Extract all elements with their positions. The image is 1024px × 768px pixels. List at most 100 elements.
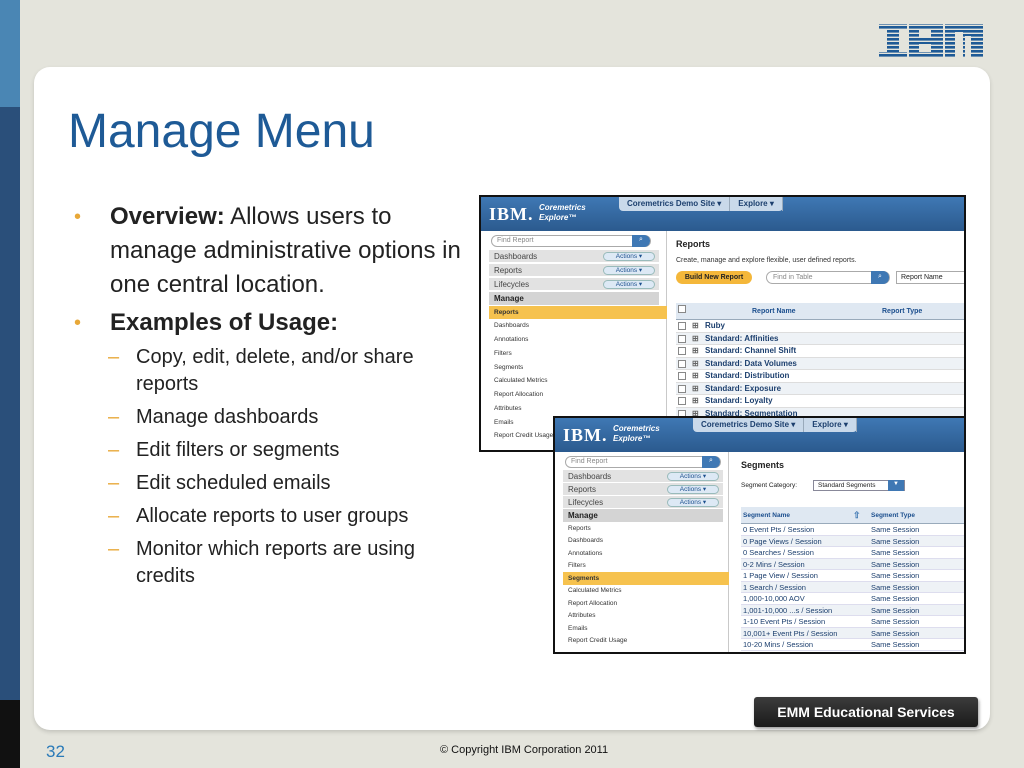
actions-button[interactable]: Actions ▾ — [603, 280, 655, 289]
find-in-table-input[interactable]: Find in Table ⌕ — [766, 271, 890, 284]
table-row[interactable]: 0 Searches / Session Same Session — [741, 547, 964, 559]
search-icon[interactable]: ⌕ — [702, 456, 720, 468]
select-all-checkbox[interactable] — [678, 305, 686, 313]
expand-icon[interactable]: ⊞ — [692, 383, 699, 395]
search-field-select[interactable]: Report Name — [896, 271, 964, 284]
segment-name[interactable]: 1 Search / Session — [743, 582, 806, 593]
table-row[interactable]: 1,001-10,000 ...s / Session Same Session — [741, 604, 964, 616]
col-segment-name[interactable]: Segment Name — [743, 512, 790, 519]
report-name[interactable]: Standard: Exposure — [705, 383, 781, 395]
segment-name[interactable]: 1 Page View / Session — [743, 570, 818, 581]
table-row[interactable]: 1-10 Event Pts / Session Same Session — [741, 616, 964, 628]
manage-item-calculated-metrics[interactable]: Calculated Metrics — [489, 374, 667, 387]
col-report-name[interactable]: Report Name — [752, 308, 796, 315]
col-report-type[interactable]: Report Type — [882, 308, 922, 315]
segment-name[interactable]: 1,000-10,000 AOV — [743, 593, 805, 604]
expand-icon[interactable]: ⊞ — [692, 370, 699, 382]
row-checkbox[interactable] — [678, 397, 686, 405]
table-row[interactable]: 1,000-10,000 AOV Same Session — [741, 593, 964, 605]
segment-name[interactable]: 0 Page Views / Session — [743, 536, 822, 547]
table-row[interactable]: ⊞ Standard: Loyalty — [676, 395, 964, 408]
sidebar-row-reports[interactable]: Reports Actions ▾ — [489, 264, 659, 277]
manage-item-report-allocation[interactable]: Report Allocation — [489, 388, 667, 401]
report-name[interactable]: Standard: Channel Shift — [705, 345, 796, 357]
report-name[interactable]: Standard: Loyalty — [705, 395, 773, 407]
sub-bullet: – Monitor which reports are using credits — [108, 538, 416, 587]
manage-item-attributes[interactable]: Attributes — [489, 402, 667, 415]
segment-name[interactable]: 0-2 Mins / Session — [743, 559, 805, 570]
table-row[interactable]: ⊞ Standard: Affinities — [676, 332, 964, 345]
sidebar-row-dashboards[interactable]: Dashboards Actions ▾ — [563, 470, 723, 483]
manage-item-reports[interactable]: Reports — [489, 306, 667, 319]
expand-icon[interactable]: ⊞ — [692, 333, 699, 345]
tab-explore[interactable]: Explore ▾ — [730, 197, 783, 211]
table-row[interactable]: ⊞ Standard: Distribution — [676, 370, 964, 383]
report-name[interactable]: Standard: Data Volumes — [705, 358, 797, 370]
table-row[interactable]: ⊞ Ruby — [676, 320, 964, 333]
segment-name[interactable]: 1,001-10,000 ...s / Session — [743, 605, 832, 616]
manage-header[interactable]: Manage — [563, 509, 723, 522]
segment-category-select[interactable]: Standard Segments ▼ — [813, 480, 905, 491]
manage-item-filters[interactable]: Filters — [489, 347, 667, 360]
find-report-input[interactable]: Find Report ⌕ — [491, 235, 651, 247]
row-checkbox[interactable] — [678, 359, 686, 368]
expand-icon[interactable]: ⊞ — [692, 345, 699, 357]
report-name[interactable]: Standard: Affinities — [705, 333, 778, 345]
tab-explore[interactable]: Explore ▾ — [804, 418, 857, 432]
expand-icon[interactable]: ⊞ — [692, 395, 699, 407]
row-checkbox[interactable] — [678, 322, 686, 330]
segment-name[interactable]: 10,001+ Event Pts / Session — [743, 628, 837, 639]
tab-site[interactable]: Coremetrics Demo Site ▾ — [693, 418, 805, 432]
manage-item-report-credit-usage[interactable]: Report Credit Usage — [563, 634, 729, 647]
sidebar-row-dashboards[interactable]: Dashboards Actions ▾ — [489, 250, 659, 263]
sidebar-row-reports[interactable]: Reports Actions ▾ — [563, 483, 723, 496]
actions-button[interactable]: Actions ▾ — [667, 472, 719, 481]
expand-icon[interactable]: ⊞ — [692, 320, 699, 332]
segment-name[interactable]: 10-20 Mins / Session — [743, 639, 813, 650]
row-checkbox[interactable] — [678, 384, 686, 393]
table-row[interactable]: 1 Page View / Session Same Session — [741, 570, 964, 582]
table-row[interactable]: 10-20 Mins / Session Same Session — [741, 639, 964, 651]
actions-button[interactable]: Actions ▾ — [667, 498, 719, 507]
search-icon[interactable]: ⌕ — [632, 235, 650, 247]
manage-item-dashboards[interactable]: Dashboards — [489, 319, 667, 332]
tab-site[interactable]: Coremetrics Demo Site ▾ — [619, 197, 731, 211]
table-row[interactable]: 0-2 Mins / Session Same Session — [741, 558, 964, 570]
table-row[interactable]: ⊞ Standard: Data Volumes — [676, 357, 964, 370]
manage-item-annotations[interactable]: Annotations — [489, 333, 667, 346]
row-checkbox[interactable] — [678, 334, 686, 343]
table-row[interactable]: 10,001+ Event Pts / Session Same Session — [741, 627, 964, 639]
table-row[interactable]: 1 Search / Session Same Session — [741, 581, 964, 593]
manage-item-dashboards[interactable]: Dashboards — [563, 534, 729, 547]
actions-button[interactable]: Actions ▾ — [667, 485, 719, 494]
report-name[interactable]: Ruby — [705, 320, 725, 332]
row-checkbox[interactable] — [678, 347, 686, 355]
manage-item-attributes[interactable]: Attributes — [563, 609, 729, 622]
sidebar-row-lifecycles[interactable]: Lifecycles Actions ▾ — [489, 278, 659, 291]
chevron-down-icon[interactable]: ▼ — [888, 480, 904, 491]
segment-name[interactable]: 1-10 Event Pts / Session — [743, 616, 825, 627]
row-checkbox[interactable] — [678, 372, 686, 380]
manage-item-filters[interactable]: Filters — [563, 559, 729, 572]
manage-item-calculated-metrics[interactable]: Calculated Metrics — [563, 584, 729, 597]
search-icon[interactable]: ⌕ — [871, 271, 889, 284]
app-ibm-logo: IBM. — [489, 204, 534, 224]
sort-icon[interactable]: ⇧ — [853, 510, 861, 521]
find-report-input[interactable]: Find Report ⌕ — [565, 456, 721, 468]
segment-name[interactable]: 0 Event Pts / Session — [743, 524, 814, 535]
table-row[interactable]: ⊞ Standard: Exposure — [676, 382, 964, 395]
left-stripe-bottom — [0, 700, 20, 768]
manage-header[interactable]: Manage — [489, 292, 659, 305]
actions-button[interactable]: Actions ▾ — [603, 252, 655, 261]
expand-icon[interactable]: ⊞ — [692, 358, 699, 370]
sidebar-row-lifecycles[interactable]: Lifecycles Actions ▾ — [563, 496, 723, 509]
build-new-report-button[interactable]: Build New Report — [676, 271, 752, 284]
manage-item-segments[interactable]: Segments — [489, 361, 667, 374]
actions-button[interactable]: Actions ▾ — [603, 266, 655, 275]
table-row[interactable]: 0 Event Pts / Session Same Session — [741, 524, 964, 536]
segment-name[interactable]: 0 Searches / Session — [743, 547, 814, 558]
table-row[interactable]: 0 Page Views / Session Same Session — [741, 535, 964, 547]
col-segment-type[interactable]: Segment Type — [871, 512, 915, 519]
table-row[interactable]: ⊞ Standard: Channel Shift — [676, 345, 964, 358]
report-name[interactable]: Standard: Distribution — [705, 370, 789, 382]
